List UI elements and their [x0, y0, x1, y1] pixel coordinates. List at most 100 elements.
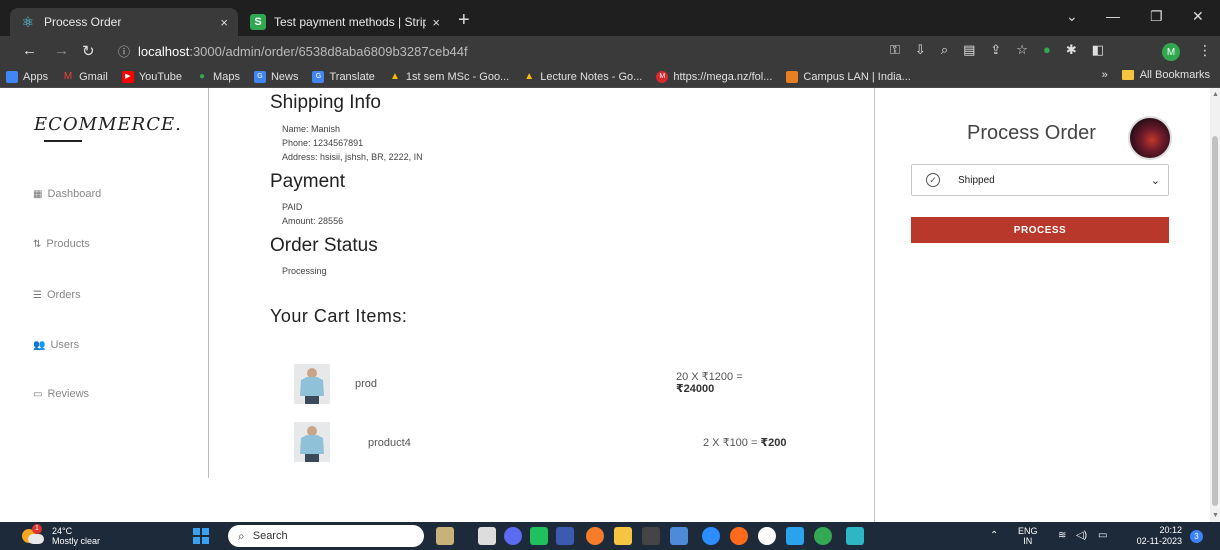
sidebar-item-label: Dashboard — [47, 188, 102, 200]
bookmark-drive-1[interactable]: ▲ 1st sem MSc - Goo... — [389, 71, 509, 83]
reload-icon[interactable]: ↻ — [82, 42, 95, 60]
product-name-link[interactable]: prod — [355, 378, 377, 390]
apps-grid-icon — [6, 70, 18, 83]
close-icon[interactable]: × — [432, 15, 440, 30]
chrome-icon[interactable] — [814, 527, 832, 545]
folder-icon — [1121, 70, 1134, 80]
product-name-link[interactable]: product4 — [368, 437, 411, 449]
windows-start-icon[interactable] — [193, 528, 209, 544]
zoom-icon[interactable]: ⌕ — [941, 42, 948, 58]
sidebar-item-label: Orders — [46, 289, 81, 301]
restore-icon[interactable]: ❐ — [1150, 8, 1163, 25]
taskbar: 1 24°C Mostly clear ⌕ Search ⌃ ENG IN ≋ … — [0, 522, 1220, 550]
extension-green-icon[interactable]: ● — [1043, 42, 1051, 58]
bookmarks-more-button[interactable]: » — [1102, 69, 1108, 81]
bookmark-gmail[interactable]: M Gmail — [62, 71, 108, 83]
tray-chevron-icon[interactable]: ⌃ — [990, 530, 998, 541]
logo[interactable]: ECOMMERCE. — [34, 114, 182, 135]
install-icon[interactable]: ⇩ — [915, 42, 926, 58]
task-view-icon[interactable] — [478, 527, 496, 545]
sidebar-item-dashboard[interactable]: ▦ Dashboard — [33, 188, 101, 200]
bookmark-drive-2[interactable]: ▲ Lecture Notes - Go... — [523, 71, 642, 83]
sidepanel-icon[interactable]: ◧ — [1092, 42, 1104, 58]
url-input[interactable]: ⓘ localhost :3000/admin/order/6538d8aba6… — [108, 39, 878, 63]
user-avatar[interactable] — [1128, 116, 1172, 160]
product-thumbnail[interactable] — [294, 422, 330, 462]
bookmark-news[interactable]: G News — [253, 70, 299, 83]
tab-stripe[interactable]: S Test payment methods | Stripe D × — [240, 8, 450, 36]
bookmark-maps[interactable]: ● Maps — [196, 71, 240, 83]
check-circle-icon: ✓ — [926, 173, 940, 187]
tab-process-order[interactable]: ⚛ Process Order × — [10, 8, 238, 36]
page-scrollbar[interactable]: ▲ ▼ — [1210, 88, 1220, 522]
store-icon[interactable] — [670, 527, 688, 545]
back-icon[interactable]: ← — [22, 42, 37, 59]
bookmark-campus-lan[interactable]: Campus LAN | India... — [786, 70, 911, 83]
sidebar-item-orders[interactable]: ☰ Orders — [33, 289, 81, 301]
weather-widget[interactable]: 1 24°C Mostly clear — [22, 524, 100, 546]
lang-top: ENG — [1018, 526, 1038, 536]
volume-icon[interactable]: ◁) — [1076, 530, 1087, 541]
bookmark-label: News — [270, 70, 299, 83]
minimize-icon[interactable]: — — [1106, 8, 1120, 24]
status-select[interactable]: ✓ Shipped ⌄ — [911, 164, 1169, 196]
menu-icon[interactable]: ⋮ — [1198, 42, 1212, 59]
all-bookmarks-button[interactable]: All Bookmarks — [1140, 69, 1210, 81]
reader-icon[interactable]: ▤ — [963, 42, 975, 58]
profile-avatar[interactable]: M — [1162, 43, 1180, 61]
bookmark-label: Gmail — [79, 70, 108, 83]
search-placeholder: Search — [252, 530, 288, 542]
taskbar-app-icon[interactable] — [436, 527, 454, 545]
bookmark-apps[interactable]: Apps — [6, 70, 48, 83]
firefox-icon[interactable] — [586, 527, 604, 545]
bookmark-youtube[interactable]: ▶ YouTube — [121, 70, 182, 83]
tab-search-icon[interactable]: ⌄ — [1066, 8, 1078, 25]
language-indicator[interactable]: ENG IN — [1018, 526, 1038, 546]
scroll-up-icon[interactable]: ▲ — [1212, 91, 1219, 98]
product-thumbnail[interactable] — [294, 364, 330, 404]
battery-icon[interactable]: ▭ — [1098, 530, 1107, 541]
shipping-address: Address: hsisii, jshsh, BR, 2222, IN — [282, 152, 423, 162]
notification-count-badge[interactable]: 3 — [1190, 530, 1203, 543]
wifi-icon[interactable]: ≋ — [1058, 530, 1066, 541]
bookmark-label: Lecture Notes - Go... — [540, 70, 643, 83]
bookmark-mega[interactable]: Mhttps://mega.nz/fol... — [656, 70, 773, 83]
process-button[interactable]: PROCESS — [911, 217, 1169, 243]
star-icon[interactable]: ☆ — [1016, 42, 1028, 58]
url-path: :3000/admin/order/6538d8aba6809b3287ceb4… — [189, 43, 468, 59]
new-tab-button[interactable]: + — [458, 10, 470, 30]
weather-icon: 1 — [22, 524, 44, 545]
window-close-icon[interactable]: ✕ — [1192, 8, 1204, 25]
forward-icon[interactable]: → — [54, 42, 69, 59]
chevron-down-icon: ⌄ — [1150, 174, 1160, 187]
tab-title: Process Order — [44, 15, 122, 29]
terminal-icon[interactable] — [642, 527, 660, 545]
file-explorer-icon[interactable] — [614, 527, 632, 545]
sidebar-item-reviews[interactable]: ▭ Reviews — [33, 388, 89, 400]
sidebar-item-products[interactable]: ⇅ Products — [33, 238, 90, 250]
key-icon[interactable]: ⚿ — [890, 42, 900, 58]
share-icon[interactable]: ⇪ — [990, 42, 1001, 58]
github-desktop-icon[interactable] — [758, 527, 776, 545]
postman-icon[interactable] — [730, 527, 748, 545]
site-info-icon[interactable]: ⓘ — [118, 43, 130, 60]
vm-icon[interactable] — [556, 527, 574, 545]
scroll-thumb[interactable] — [1212, 136, 1218, 506]
zoom-app-icon[interactable] — [702, 527, 720, 545]
app-icon[interactable] — [846, 527, 864, 545]
clock[interactable]: 20:12 02-11-2023 — [1124, 525, 1182, 547]
admin-page: ECOMMERCE. ▦ Dashboard ⇅ Products ☰ Orde… — [0, 88, 1210, 522]
pycharm-icon[interactable] — [530, 527, 548, 545]
bookmark-label: https://mega.nz/fol... — [673, 70, 773, 83]
sidebar-item-users[interactable]: 👥 Users — [33, 339, 79, 351]
bookmark-label: Maps — [213, 70, 240, 83]
close-icon[interactable]: × — [220, 15, 228, 30]
chat-icon[interactable] — [504, 527, 522, 545]
drive-icon: ▲ — [389, 70, 400, 82]
vscode-icon[interactable] — [786, 527, 804, 545]
clock-time: 20:12 — [1159, 525, 1182, 535]
taskbar-search-input[interactable]: ⌕ Search — [228, 525, 424, 547]
bookmark-translate[interactable]: G Translate — [312, 70, 375, 83]
scroll-down-icon[interactable]: ▼ — [1212, 512, 1219, 519]
puzzle-icon[interactable]: ✱ — [1066, 42, 1077, 58]
